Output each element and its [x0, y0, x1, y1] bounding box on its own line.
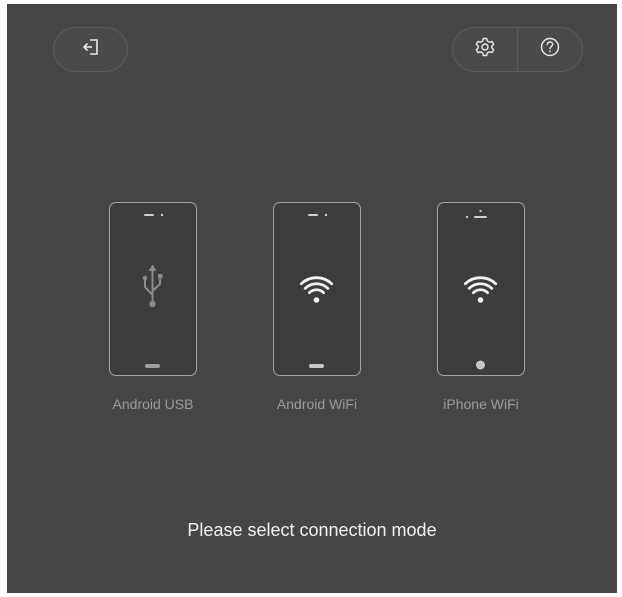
settings-button[interactable] [453, 28, 517, 71]
iphone-icon [437, 202, 525, 376]
instruction-text: Please select connection mode [187, 520, 437, 540]
help-button[interactable] [518, 28, 582, 71]
settings-help-pill [452, 27, 583, 72]
mode-iphone-wifi[interactable]: iPhone WiFi [416, 202, 546, 422]
exit-button[interactable] [54, 28, 127, 71]
wifi-icon [463, 276, 498, 303]
mode-label: Android USB [112, 396, 194, 412]
android-phone-icon [109, 202, 197, 376]
mode-android-usb[interactable]: Android USB [88, 202, 218, 422]
help-icon [539, 36, 561, 63]
wifi-icon [299, 276, 334, 303]
usb-icon [142, 265, 163, 308]
connection-screen: Android USB Android WiFi iPhone WiFi Ple… [7, 4, 617, 593]
exit-icon [81, 37, 101, 62]
mode-label: Android WiFi [276, 396, 358, 412]
mode-label: iPhone WiFi [443, 396, 519, 412]
mode-android-wifi[interactable]: Android WiFi [252, 202, 382, 422]
exit-button-pill [53, 27, 128, 72]
android-phone-icon [273, 202, 361, 376]
gear-icon [474, 36, 496, 63]
